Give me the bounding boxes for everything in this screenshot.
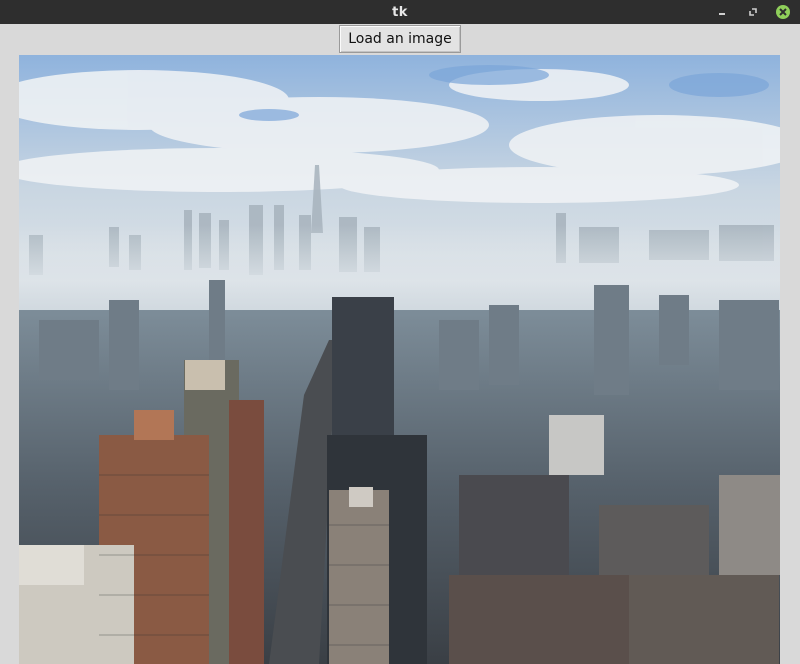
title-bar[interactable]: tk xyxy=(0,0,800,24)
maximize-icon[interactable] xyxy=(745,4,761,20)
city-skyline-photo xyxy=(19,55,780,664)
minimize-icon[interactable] xyxy=(714,4,730,20)
load-image-button[interactable]: Load an image xyxy=(339,25,461,53)
window-title: tk xyxy=(392,5,408,20)
app-window: Load an image xyxy=(0,24,800,664)
close-icon[interactable] xyxy=(775,4,791,20)
